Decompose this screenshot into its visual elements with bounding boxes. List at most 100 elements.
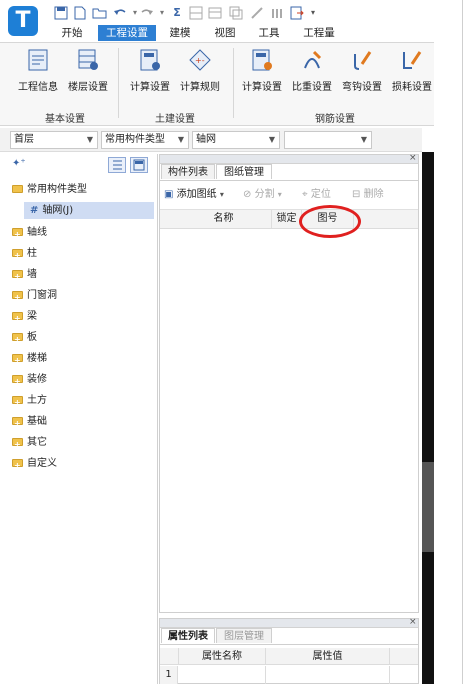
chevron-down-icon: ▼ xyxy=(86,135,93,144)
floor-settings-button[interactable]: 楼层设置 xyxy=(62,48,114,93)
tree-item[interactable]: 楼梯 xyxy=(12,350,47,370)
tab-drawing-management[interactable]: 图纸管理 xyxy=(216,164,272,179)
folder-icon xyxy=(12,331,23,349)
tab-quantity[interactable]: 工程量 xyxy=(296,25,342,41)
calc-settings-icon xyxy=(138,48,162,72)
grid-view-button[interactable] xyxy=(130,157,148,173)
group-separator xyxy=(233,48,234,118)
tree-item-label: 墙 xyxy=(27,269,37,280)
tab-start[interactable]: 开始 xyxy=(55,25,89,41)
save-icon[interactable] xyxy=(54,6,68,20)
tree-item[interactable]: 基础 xyxy=(12,413,47,433)
tab-project-settings[interactable]: 工程设置 xyxy=(98,25,156,41)
redo-icon[interactable] xyxy=(140,6,154,20)
scrollbar-thumb[interactable] xyxy=(422,462,434,552)
open-icon[interactable] xyxy=(92,6,107,20)
add-drawing-button[interactable]: ▣ 添加图纸 ▾ xyxy=(164,188,224,202)
tree-item-selected-label: 轴网(J) xyxy=(42,205,74,216)
sum-icon[interactable]: Σ xyxy=(170,6,184,20)
weight-settings-label: 比重设置 xyxy=(292,82,332,93)
delete-icon: ⊟ xyxy=(352,189,361,200)
delete-button[interactable]: ⊟ 删除 xyxy=(352,188,384,202)
close-icon[interactable]: × xyxy=(409,617,417,627)
tree-item[interactable]: 梁 xyxy=(12,308,37,328)
split-icon: ⊘ xyxy=(243,189,252,200)
tree-item[interactable]: 柱 xyxy=(12,245,37,265)
tree-item[interactable]: 板 xyxy=(12,329,37,349)
table-icon[interactable] xyxy=(208,6,222,20)
tab-view[interactable]: 视图 xyxy=(208,25,242,41)
project-info-icon xyxy=(26,48,50,72)
tab-property-list[interactable]: 属性列表 xyxy=(161,628,215,643)
component-type-select[interactable]: 常用构件类型 ▼ xyxy=(101,131,189,149)
copy-icon[interactable] xyxy=(229,6,243,20)
sparkle-icon[interactable]: ✦⁺ xyxy=(12,158,26,169)
project-info-button[interactable]: 工程信息 xyxy=(12,48,64,93)
tree-root[interactable]: 常用构件类型 xyxy=(12,181,87,199)
column-header-name[interactable]: 名称 xyxy=(176,210,272,228)
locate-icon: ⌖ xyxy=(302,189,308,200)
doc-icon[interactable] xyxy=(73,6,87,20)
tree-item[interactable]: 土方 xyxy=(12,392,47,412)
locate-button[interactable]: ⌖ 定位 xyxy=(302,188,331,202)
tree-item[interactable]: 装修 xyxy=(12,371,47,391)
folder-icon xyxy=(12,415,23,433)
red-highlight-circle xyxy=(299,205,361,238)
chevron-down-icon: ▾ xyxy=(277,190,282,199)
tab-layer-management[interactable]: 图层管理 xyxy=(216,628,272,643)
close-icon[interactable]: × xyxy=(409,153,417,163)
split-label: 分割 xyxy=(254,189,275,200)
folder-icon xyxy=(12,373,23,391)
undo-icon[interactable] xyxy=(113,6,127,20)
weight-settings-button[interactable]: 比重设置 xyxy=(286,48,338,93)
svg-text:+-: +- xyxy=(195,56,205,65)
rebar-calc-settings-button[interactable]: 计算设置 xyxy=(236,48,288,93)
calc-rules-button[interactable]: +- 计算规则 xyxy=(174,48,226,93)
folder-icon xyxy=(12,226,23,244)
app-logo[interactable]: T xyxy=(8,6,38,36)
redo-dropdown-icon[interactable]: ▾ xyxy=(155,6,169,20)
split-button[interactable]: ⊘ 分割 ▾ xyxy=(243,188,282,202)
property-value-cell[interactable] xyxy=(266,666,390,684)
tree-item-label: 门窗洞 xyxy=(27,290,57,301)
chevron-down-icon: ▼ xyxy=(360,135,367,144)
tab-tools[interactable]: 工具 xyxy=(252,25,286,41)
tree-item[interactable]: 门窗洞 xyxy=(12,287,57,307)
floor-select[interactable]: 首层 ▼ xyxy=(10,131,98,149)
tree-item[interactable]: 墙 xyxy=(12,266,37,286)
rebar-calc-settings-icon xyxy=(250,48,274,72)
window-edge xyxy=(462,0,463,684)
floor-settings-label: 楼层设置 xyxy=(68,82,108,93)
tab-modeling[interactable]: 建模 xyxy=(163,25,197,41)
floor-select-value: 首层 xyxy=(14,134,34,145)
tree-item[interactable]: 轴线 xyxy=(12,224,47,244)
column-header-lock[interactable]: 锁定 xyxy=(272,210,302,228)
instance-select[interactable]: ▼ xyxy=(284,131,372,149)
component-select[interactable]: 轴网 ▼ xyxy=(192,131,280,149)
tree-item[interactable]: 其它 xyxy=(12,434,47,454)
property-name-cell[interactable] xyxy=(178,666,266,684)
calc-rules-icon: +- xyxy=(188,48,212,72)
tab-divider xyxy=(160,644,418,645)
erase-icon[interactable] xyxy=(250,6,264,20)
hook-settings-button[interactable]: 弯钩设置 xyxy=(336,48,388,93)
tab-component-list[interactable]: 构件列表 xyxy=(161,164,215,179)
tree-item-selected[interactable]: # 轴网(J) xyxy=(30,202,73,220)
export-icon[interactable] xyxy=(290,6,304,20)
calc-settings-button[interactable]: 计算设置 xyxy=(124,48,176,93)
tree-root-label: 常用构件类型 xyxy=(27,184,87,195)
group-label-civil: 土建设置 xyxy=(155,114,195,125)
customize-dropdown-icon[interactable]: ▾ xyxy=(306,6,320,20)
loss-settings-button[interactable]: 损耗设置 xyxy=(386,48,438,93)
component-select-value: 轴网 xyxy=(196,134,216,145)
folder-icon xyxy=(12,352,23,370)
folder-icon xyxy=(12,289,23,307)
folder-icon xyxy=(12,394,23,412)
tree-item[interactable]: 自定义 xyxy=(12,455,57,475)
folder-icon xyxy=(12,310,23,328)
panel-title-strip xyxy=(160,155,418,164)
grid-icon[interactable] xyxy=(189,6,203,20)
bar-icon[interactable] xyxy=(270,6,284,20)
list-view-button[interactable] xyxy=(108,157,126,173)
hook-settings-icon xyxy=(350,48,374,72)
